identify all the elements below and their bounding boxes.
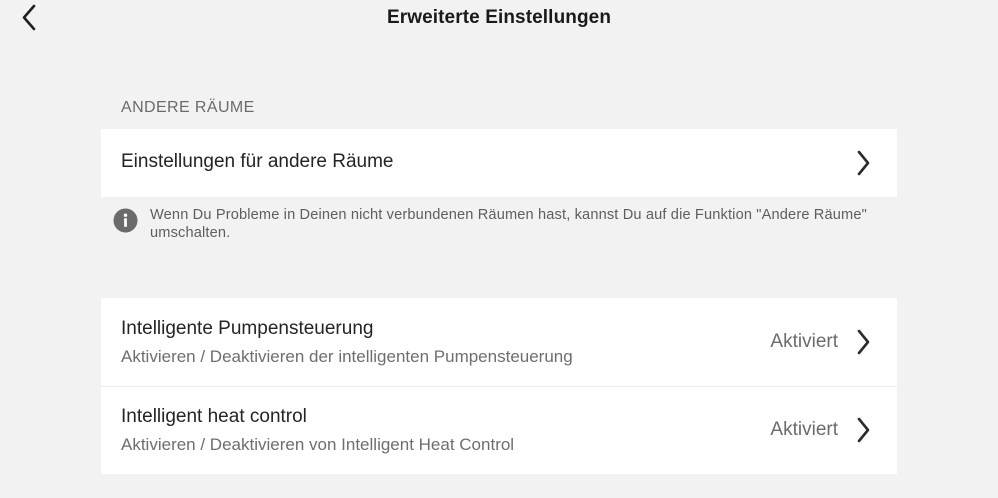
other-rooms-settings-label: Einstellungen für andere Räume (121, 151, 394, 172)
other-rooms-card: Einstellungen für andere Räume (101, 129, 897, 197)
chevron-right-icon (857, 329, 870, 355)
chevron-right-icon (857, 150, 870, 176)
section-header-other-rooms: ANDERE RÄUME (121, 99, 255, 116)
feature-sublabel: Aktivieren / Deaktivieren der intelligen… (121, 347, 573, 366)
feature-status: Aktiviert (770, 419, 838, 440)
feature-row-pump-control[interactable]: Intelligente Pumpensteuerung Aktivieren … (101, 298, 897, 386)
feature-label: Intelligente Pumpensteuerung (121, 318, 374, 339)
page-title: Erweiterte Einstellungen (386, 7, 612, 28)
info-text: Wenn Du Probleme in Deinen nicht verbund… (150, 207, 867, 241)
top-bar: Erweiterte Einstellungen (0, 0, 998, 40)
feature-sublabel: Aktivieren / Deaktivieren von Intelligen… (121, 435, 515, 454)
features-card: Intelligente Pumpensteuerung Aktivieren … (101, 298, 897, 474)
feature-status: Aktiviert (770, 331, 838, 352)
info-circle-icon (113, 208, 138, 233)
feature-label: Intelligent heat control (121, 406, 307, 427)
feature-row-heat-control[interactable]: Intelligent heat control Aktivieren / De… (101, 386, 897, 474)
chevron-right-icon (857, 417, 870, 443)
other-rooms-settings-row[interactable]: Einstellungen für andere Räume (101, 129, 897, 197)
